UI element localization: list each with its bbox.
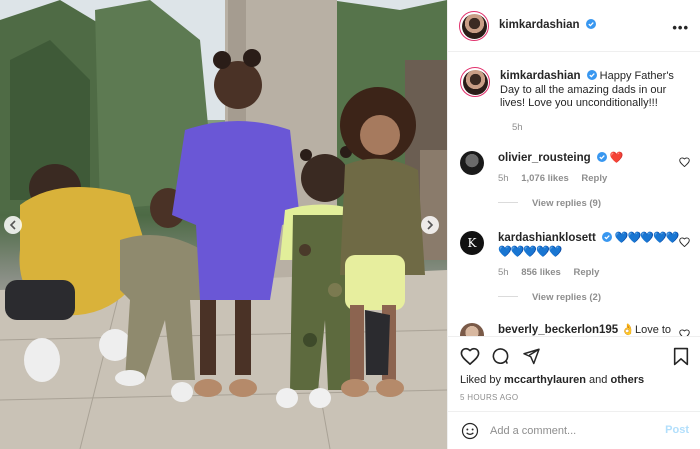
comment-likes[interactable]: 1,076 likes bbox=[521, 173, 569, 184]
comment-item: beverly_beckerlon195 👌Love to bbox=[460, 321, 690, 336]
verified-badge-icon bbox=[586, 70, 597, 80]
comment-like-heart-icon[interactable] bbox=[679, 157, 690, 167]
comments-list: kimkardashian Happy Father's Day to all … bbox=[448, 53, 700, 336]
comment-like-heart-icon[interactable] bbox=[679, 329, 690, 336]
commenter-avatar[interactable] bbox=[460, 151, 484, 175]
caption: kimkardashian Happy Father's Day to all … bbox=[460, 67, 690, 147]
share-icon[interactable] bbox=[522, 347, 541, 365]
comment-icon[interactable] bbox=[491, 347, 510, 366]
likes-summary: Liked by mccarthylauren and others bbox=[460, 374, 644, 386]
comment-username[interactable]: olivier_rousteing bbox=[498, 152, 591, 164]
author-avatar[interactable] bbox=[459, 11, 489, 41]
likes-prefix: Liked by bbox=[460, 374, 501, 386]
verified-badge-icon bbox=[585, 19, 596, 29]
commenter-avatar[interactable]: K bbox=[460, 231, 484, 255]
reply-button[interactable]: Reply bbox=[581, 173, 607, 184]
comment-meta: 5h 856 likes Reply bbox=[498, 267, 599, 278]
author-username[interactable]: kimkardashian bbox=[499, 19, 580, 31]
comment-like-heart-icon[interactable] bbox=[679, 237, 690, 247]
chevron-left-icon bbox=[9, 220, 16, 230]
photo-illustration bbox=[0, 0, 447, 449]
chevron-right-icon bbox=[427, 220, 434, 230]
comment-text: ❤️ bbox=[609, 152, 624, 164]
heart-icon[interactable] bbox=[460, 347, 480, 365]
post-timestamp[interactable]: 5 HOURS AGO bbox=[460, 393, 518, 402]
bookmark-icon[interactable] bbox=[673, 347, 689, 366]
comment-text-block: olivier_rousteing ❤️ bbox=[498, 152, 686, 166]
commenter-avatar[interactable] bbox=[460, 323, 484, 336]
comment-likes[interactable]: 856 likes bbox=[521, 267, 561, 278]
comment-meta: 5h 1,076 likes Reply bbox=[498, 173, 607, 184]
comment-text-block: beverly_beckerlon195 👌Love to bbox=[498, 324, 686, 336]
more-horizontal-icon[interactable]: ••• bbox=[672, 20, 689, 35]
comment-username[interactable]: kardashianklosett bbox=[498, 232, 596, 244]
comment-text: 👌Love to bbox=[621, 324, 672, 336]
post-comment-button[interactable]: Post bbox=[665, 424, 689, 436]
verified-badge-icon bbox=[601, 232, 612, 242]
comment-time: 5h bbox=[498, 173, 509, 184]
likes-others-link[interactable]: others bbox=[610, 374, 644, 386]
post-photo bbox=[0, 0, 447, 449]
emoji-icon[interactable] bbox=[461, 422, 479, 440]
next-photo-button[interactable] bbox=[421, 216, 439, 234]
comment-item: K kardashianklosett 💙💙💙💙💙💙💙💙💙💙 5h 856 li… bbox=[460, 229, 690, 311]
caption-avatar[interactable] bbox=[460, 67, 490, 97]
comment-item: olivier_rousteing ❤️ 5h 1,076 likes Repl… bbox=[460, 149, 690, 219]
caption-text-block: kimkardashian Happy Father's Day to all … bbox=[500, 70, 688, 111]
caption-time: 5h bbox=[512, 122, 523, 133]
likes-first-user[interactable]: mccarthylauren bbox=[504, 374, 586, 386]
verified-badge-icon bbox=[596, 152, 607, 162]
previous-photo-button[interactable] bbox=[4, 216, 22, 234]
post-side-panel: kimkardashian ••• kimkardashian Happy Fa… bbox=[447, 0, 700, 449]
reply-button[interactable]: Reply bbox=[573, 267, 599, 278]
caption-username[interactable]: kimkardashian bbox=[500, 70, 581, 82]
post-header: kimkardashian ••• bbox=[448, 0, 700, 52]
comment-time: 5h bbox=[498, 267, 509, 278]
comment-text-block: kardashianklosett 💙💙💙💙💙💙💙💙💙💙 bbox=[498, 232, 686, 259]
post-actions: Liked by mccarthylauren and others 5 HOU… bbox=[448, 336, 700, 408]
add-comment-input[interactable] bbox=[490, 423, 650, 439]
likes-joiner: and bbox=[589, 374, 608, 386]
add-comment-bar: Post bbox=[448, 411, 700, 449]
comment-username[interactable]: beverly_beckerlon195 bbox=[498, 324, 618, 336]
view-replies-button[interactable]: View replies (9) bbox=[498, 198, 601, 209]
brand-logo-k-icon: K bbox=[467, 236, 477, 250]
view-replies-button[interactable]: View replies (2) bbox=[498, 292, 601, 303]
